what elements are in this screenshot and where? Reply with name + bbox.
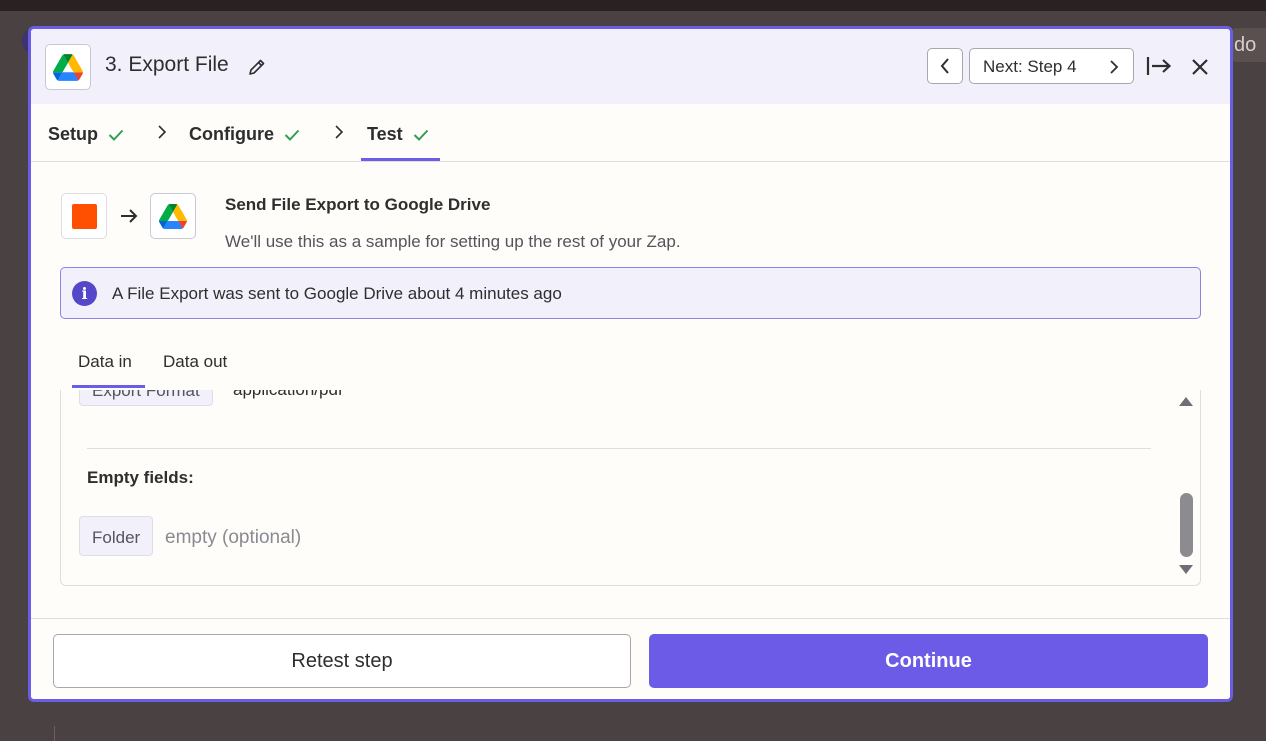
- background-left: [0, 11, 50, 81]
- empty-fields-heading: Empty fields:: [87, 468, 194, 487]
- zapier-app-icon: [61, 193, 107, 239]
- window-top-strip: [0, 0, 1266, 11]
- step-label: Setup: [48, 124, 99, 144]
- background-bottom: [0, 702, 1266, 741]
- app-logo: [45, 44, 91, 90]
- modal-footer: Retest step Continue: [31, 618, 1230, 699]
- modal-header: 3. Export File Next: Step 4: [31, 29, 1230, 104]
- step-label: Configure: [189, 124, 274, 144]
- chevron-right-icon: [158, 125, 167, 139]
- sample-title: Send File Export to Google Drive: [225, 195, 491, 214]
- field-value: application/pdf: [233, 390, 343, 400]
- step-modal: 3. Export File Next: Step 4 Setup Config…: [28, 26, 1233, 702]
- field-value: empty (optional): [165, 527, 302, 548]
- divider: [87, 448, 1151, 449]
- google-drive-icon: [159, 203, 187, 229]
- continue-button[interactable]: Continue: [649, 634, 1208, 688]
- checkmark-icon: [284, 129, 300, 141]
- scrollbar-thumb[interactable]: [1180, 493, 1193, 557]
- modal-title: 3. Export File: [105, 53, 229, 76]
- background-text-fragment: do: [1232, 28, 1266, 62]
- active-tab-indicator: [72, 385, 145, 388]
- google-drive-app-icon: [150, 193, 196, 239]
- info-icon: i: [72, 281, 97, 306]
- pencil-icon[interactable]: [247, 57, 267, 77]
- previous-step-button[interactable]: [927, 48, 963, 84]
- tab-test[interactable]: Test: [367, 124, 429, 145]
- active-step-indicator: [361, 158, 440, 161]
- retest-step-button[interactable]: Retest step: [53, 634, 631, 688]
- tab-data-in[interactable]: Data in: [78, 352, 132, 372]
- google-drive-icon: [53, 53, 83, 81]
- chevron-left-icon: [940, 58, 949, 74]
- next-step-label: Next: Step 4: [983, 57, 1077, 76]
- step-label: Test: [367, 124, 403, 144]
- tab-data-out[interactable]: Data out: [163, 352, 227, 372]
- checkmark-icon: [413, 129, 428, 141]
- info-banner-text: A File Export was sent to Google Drive a…: [112, 284, 562, 303]
- sample-description: We'll use this as a sample for setting u…: [225, 232, 681, 251]
- close-icon[interactable]: [1190, 57, 1210, 77]
- data-in-panel[interactable]: Export Format application/pdf Empty fiel…: [60, 390, 1201, 586]
- zapier-icon: [71, 203, 97, 229]
- checkmark-icon: [108, 129, 124, 141]
- scroll-up-arrow-icon[interactable]: [1178, 395, 1194, 407]
- next-step-button[interactable]: Next: Step 4: [969, 48, 1134, 84]
- scroll-down-arrow-icon[interactable]: [1178, 564, 1194, 576]
- field-label-chip: Export Format: [79, 390, 213, 406]
- chevron-right-icon: [1110, 60, 1119, 74]
- divider: [54, 726, 55, 741]
- arrow-right-icon: [121, 209, 138, 223]
- field-label-chip: Folder: [79, 516, 154, 556]
- tab-setup[interactable]: Setup: [48, 124, 124, 145]
- chevron-right-icon: [335, 125, 344, 139]
- step-navigation: Setup Configure Test: [31, 104, 1230, 162]
- info-banner: i A File Export was sent to Google Drive…: [60, 267, 1201, 319]
- arrow-to-right-icon[interactable]: [1145, 55, 1173, 77]
- tab-configure[interactable]: Configure: [189, 124, 300, 145]
